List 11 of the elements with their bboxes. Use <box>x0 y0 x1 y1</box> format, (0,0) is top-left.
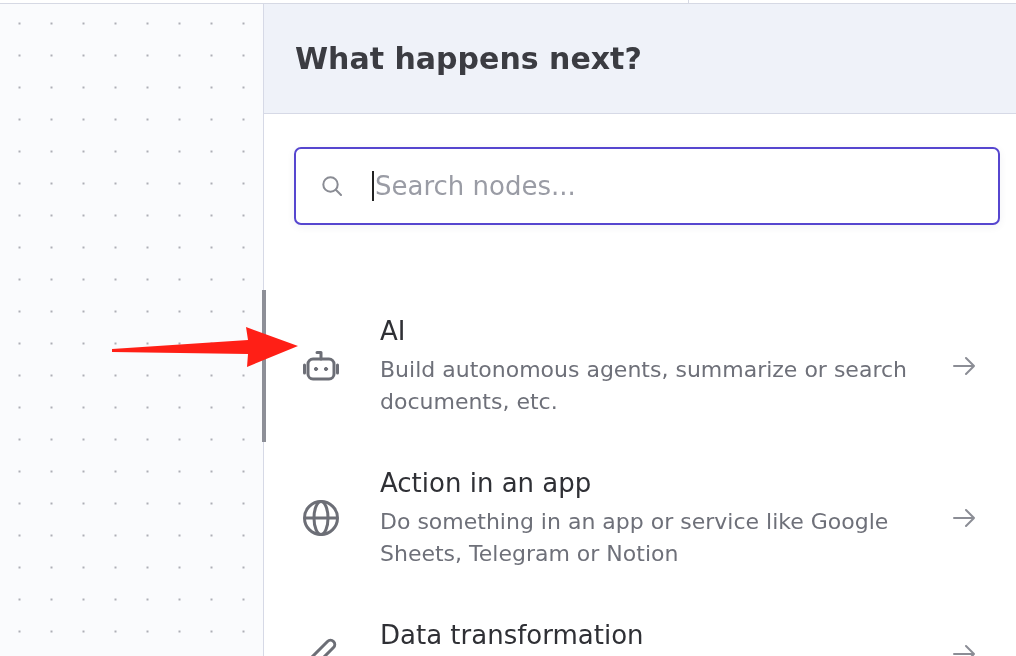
globe-icon <box>303 500 339 536</box>
node-category-item[interactable]: AI Build autonomous agents, summarize or search documents, etc. <box>262 290 1016 442</box>
search-icon <box>322 176 342 196</box>
node-category-item[interactable]: Action in an app Do something in an app or service like Google Sheets, Telegram or Notion <box>262 442 1016 594</box>
text-cursor-icon <box>372 171 374 201</box>
arrow-right-icon <box>953 508 975 528</box>
robot-icon <box>303 351 339 381</box>
node-category-item[interactable]: Data transformation <box>262 594 1016 656</box>
panel-title: What happens next? <box>295 41 642 76</box>
arrow-right-icon <box>953 356 975 376</box>
search-field[interactable]: Search nodes... <box>294 147 1000 225</box>
